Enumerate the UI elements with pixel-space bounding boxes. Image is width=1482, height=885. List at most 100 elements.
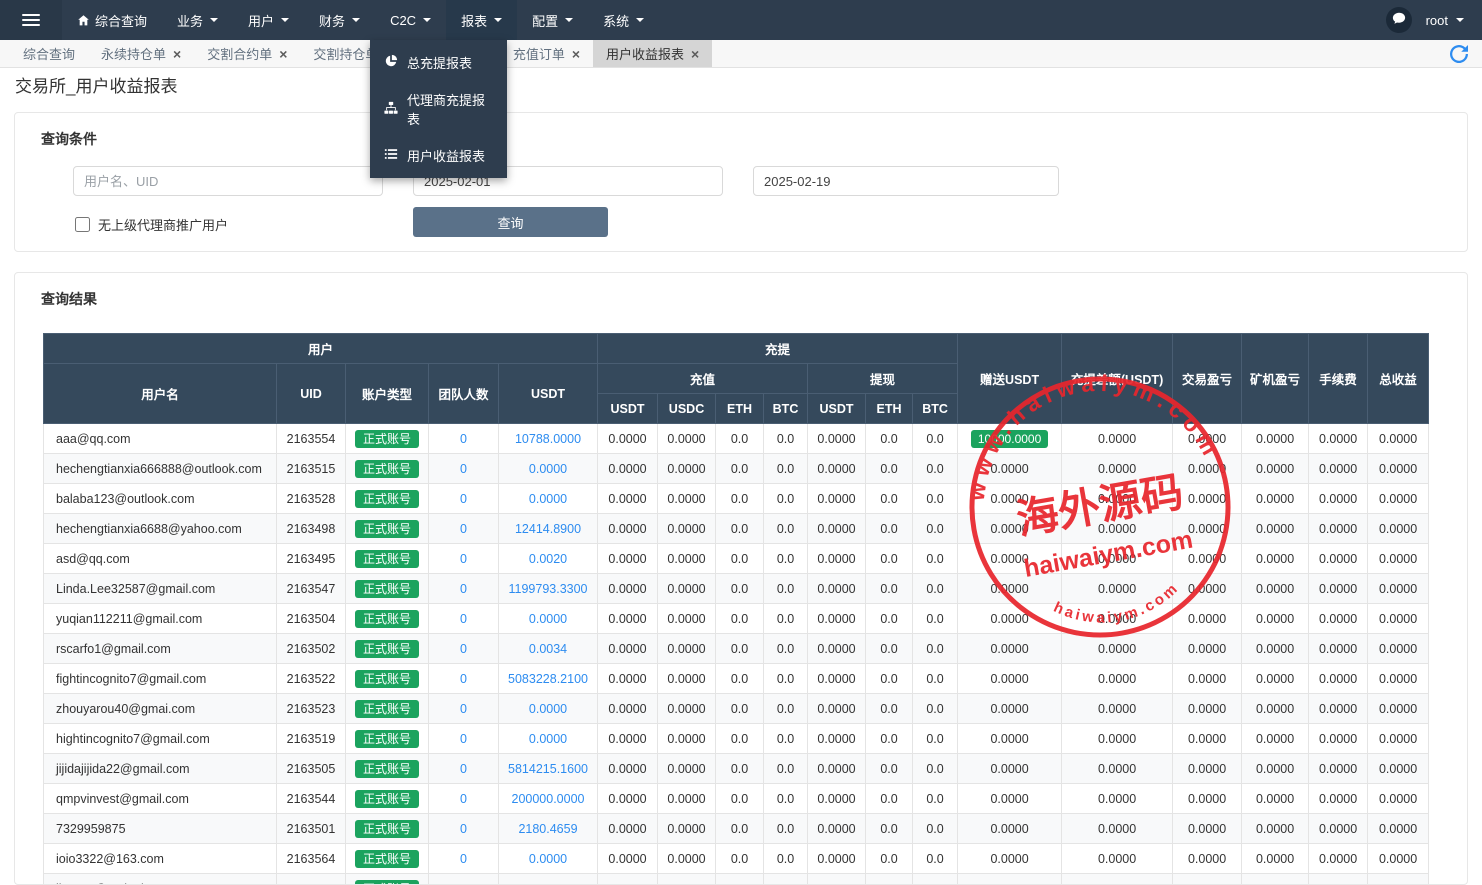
nav-item-dashboard[interactable]: 综合查询 bbox=[62, 0, 162, 40]
usdt-balance-link[interactable]: 0.0034 bbox=[529, 642, 567, 656]
nav-item-reports[interactable]: 报表 bbox=[446, 0, 517, 40]
usdt-balance-link[interactable]: 0.0020 bbox=[529, 552, 567, 566]
team-count-link[interactable]: 0 bbox=[460, 462, 467, 476]
usdt-balance-link[interactable]: 0.0000 bbox=[529, 852, 567, 866]
account-type-cell: 正式账号 bbox=[346, 514, 429, 544]
close-tab-icon[interactable]: × bbox=[572, 47, 580, 61]
usdt-balance-cell: 0.0000 bbox=[499, 604, 598, 634]
flow-diff-cell: 0.0000 bbox=[1062, 844, 1173, 874]
usdt-balance-link[interactable]: 0.0000 bbox=[529, 732, 567, 746]
nav-item-business[interactable]: 业务 bbox=[162, 0, 233, 40]
close-tab-icon[interactable]: × bbox=[173, 47, 181, 61]
team-count-link[interactable]: 0 bbox=[460, 672, 467, 686]
usdt-balance-link[interactable]: 5083228.2100 bbox=[508, 672, 588, 686]
nav-item-config[interactable]: 配置 bbox=[517, 0, 588, 40]
usdt-balance-link[interactable]: 200000.0000 bbox=[512, 792, 585, 806]
total-revenue-cell: 0.0000 bbox=[1368, 454, 1429, 484]
total-revenue-cell: 0.0000 bbox=[1368, 634, 1429, 664]
usdt-balance-cell: 2180.4659 bbox=[499, 814, 598, 844]
trade-pl-cell: 0.0000 bbox=[1173, 604, 1242, 634]
team-count-link[interactable]: 0 bbox=[460, 822, 467, 836]
deposit-btc-cell: 0.0 bbox=[764, 574, 808, 604]
table-row: jijidajijida22@gmail.com 2163505 正式账号 0 … bbox=[44, 754, 1429, 784]
menu-item-agent-deposit-report[interactable]: 代理商充提报表 bbox=[370, 81, 507, 137]
withdraw-eth-cell: 0.0 bbox=[866, 844, 913, 874]
usdt-balance-link[interactable]: 0.0000 bbox=[529, 702, 567, 716]
usdt-balance-link[interactable]: 5814215.1600 bbox=[508, 762, 588, 776]
usdt-balance-link[interactable]: 0.0000 bbox=[529, 462, 567, 476]
gift-usdt-value: 0.0000 bbox=[990, 792, 1028, 806]
team-count-link[interactable]: 0 bbox=[460, 522, 467, 536]
user-menu[interactable]: root bbox=[1426, 13, 1464, 28]
withdraw-btc-cell: 0.0 bbox=[913, 814, 958, 844]
team-count-link[interactable]: 0 bbox=[460, 612, 467, 626]
tab-user-revenue-report[interactable]: 用户收益报表 × bbox=[593, 40, 712, 67]
menu-item-total-deposit-report[interactable]: 总充提报表 bbox=[370, 44, 507, 81]
menu-toggle-button[interactable] bbox=[0, 0, 62, 40]
no-agent-checkbox[interactable] bbox=[75, 217, 90, 232]
menu-item-user-revenue-report[interactable]: 用户收益报表 bbox=[370, 137, 507, 174]
close-tab-icon[interactable]: × bbox=[279, 47, 287, 61]
usdt-balance-link[interactable]: 0.0000 bbox=[529, 882, 567, 885]
usdt-balance-link[interactable]: 1199793.3300 bbox=[508, 582, 587, 596]
query-conditions-panel: 查询条件 无上级代理商推广用户 查询 bbox=[14, 112, 1468, 252]
close-tab-icon[interactable]: × bbox=[691, 47, 699, 61]
team-count-link[interactable]: 0 bbox=[460, 882, 467, 885]
nav-item-c2c[interactable]: C2C bbox=[375, 0, 446, 40]
checkbox-label: 无上级代理商推广用户 bbox=[98, 215, 228, 234]
usdt-balance-link[interactable]: 10788.0000 bbox=[515, 432, 581, 446]
messages-button[interactable] bbox=[1386, 7, 1412, 33]
withdraw-usdt-cell: 0.0000 bbox=[808, 544, 866, 574]
withdraw-eth-cell: 0.0 bbox=[866, 544, 913, 574]
account-type-cell: 正式账号 bbox=[346, 604, 429, 634]
deposit-btc-cell: 0.0 bbox=[764, 634, 808, 664]
deposit-usdt-cell: 0.0000 bbox=[598, 814, 658, 844]
total-revenue-cell: 0.0000 bbox=[1368, 694, 1429, 724]
withdraw-usdt-cell: 0.0000 bbox=[808, 724, 866, 754]
col-group-user: 用户 bbox=[44, 334, 598, 364]
deposit-usdc-cell: 0.0000 bbox=[658, 784, 716, 814]
table-row: zhouyarou40@gmai.com 2163523 正式账号 0 0.00… bbox=[44, 694, 1429, 724]
gift-usdt-cell: 0.0000 bbox=[958, 754, 1062, 784]
account-type-badge: 正式账号 bbox=[355, 640, 419, 658]
date-to-input[interactable] bbox=[753, 166, 1059, 196]
team-count-cell: 0 bbox=[429, 514, 499, 544]
nav-item-users[interactable]: 用户 bbox=[233, 0, 304, 40]
deposit-btc-cell: 0.0 bbox=[764, 724, 808, 754]
team-count-link[interactable]: 0 bbox=[460, 582, 467, 596]
tab-delivery-contracts[interactable]: 交割合约单 × bbox=[194, 40, 300, 67]
refresh-button[interactable] bbox=[1450, 45, 1468, 63]
nav-label: 综合查询 bbox=[95, 11, 147, 30]
trade-pl-cell: 0.0000 bbox=[1173, 784, 1242, 814]
col-group-flow: 充提 bbox=[598, 334, 958, 364]
nav-item-finance[interactable]: 财务 bbox=[304, 0, 375, 40]
usdt-balance-link[interactable]: 2180.4659 bbox=[518, 822, 577, 836]
deposit-eth-cell: 0.0 bbox=[716, 694, 764, 724]
results-table: 用户 充提 赠送USDT 充提差额(USDT) 交易盈亏 矿机盈亏 手续费 总收… bbox=[43, 333, 1429, 885]
deposit-btc-cell: 0.0 bbox=[764, 694, 808, 724]
team-count-link[interactable]: 0 bbox=[460, 492, 467, 506]
flow-diff-cell: 0.0000 bbox=[1062, 544, 1173, 574]
flow-diff-cell: 0.0000 bbox=[1062, 784, 1173, 814]
team-count-link[interactable]: 0 bbox=[460, 432, 467, 446]
usdt-balance-link[interactable]: 0.0000 bbox=[529, 492, 567, 506]
deposit-btc-cell: 0.0 bbox=[764, 514, 808, 544]
team-count-link[interactable]: 0 bbox=[460, 792, 467, 806]
team-count-link[interactable]: 0 bbox=[460, 702, 467, 716]
tab-overview[interactable]: 综合查询 bbox=[10, 40, 88, 67]
withdraw-eth-cell: 0.0 bbox=[866, 754, 913, 784]
keyword-input[interactable] bbox=[73, 166, 383, 196]
usdt-balance-link[interactable]: 0.0000 bbox=[529, 612, 567, 626]
tab-deposit-orders[interactable]: 充值订单 × bbox=[500, 40, 593, 67]
usdt-balance-link[interactable]: 12414.8900 bbox=[515, 522, 581, 536]
tab-perpetual-positions[interactable]: 永续持仓单 × bbox=[88, 40, 194, 67]
miner-pl-cell: 0.0000 bbox=[1242, 874, 1309, 885]
search-button[interactable]: 查询 bbox=[413, 207, 608, 237]
team-count-link[interactable]: 0 bbox=[460, 552, 467, 566]
username-cell: asd@qq.com bbox=[44, 544, 277, 574]
nav-item-system[interactable]: 系统 bbox=[588, 0, 659, 40]
team-count-link[interactable]: 0 bbox=[460, 762, 467, 776]
team-count-link[interactable]: 0 bbox=[460, 852, 467, 866]
team-count-link[interactable]: 0 bbox=[460, 732, 467, 746]
team-count-link[interactable]: 0 bbox=[460, 642, 467, 656]
